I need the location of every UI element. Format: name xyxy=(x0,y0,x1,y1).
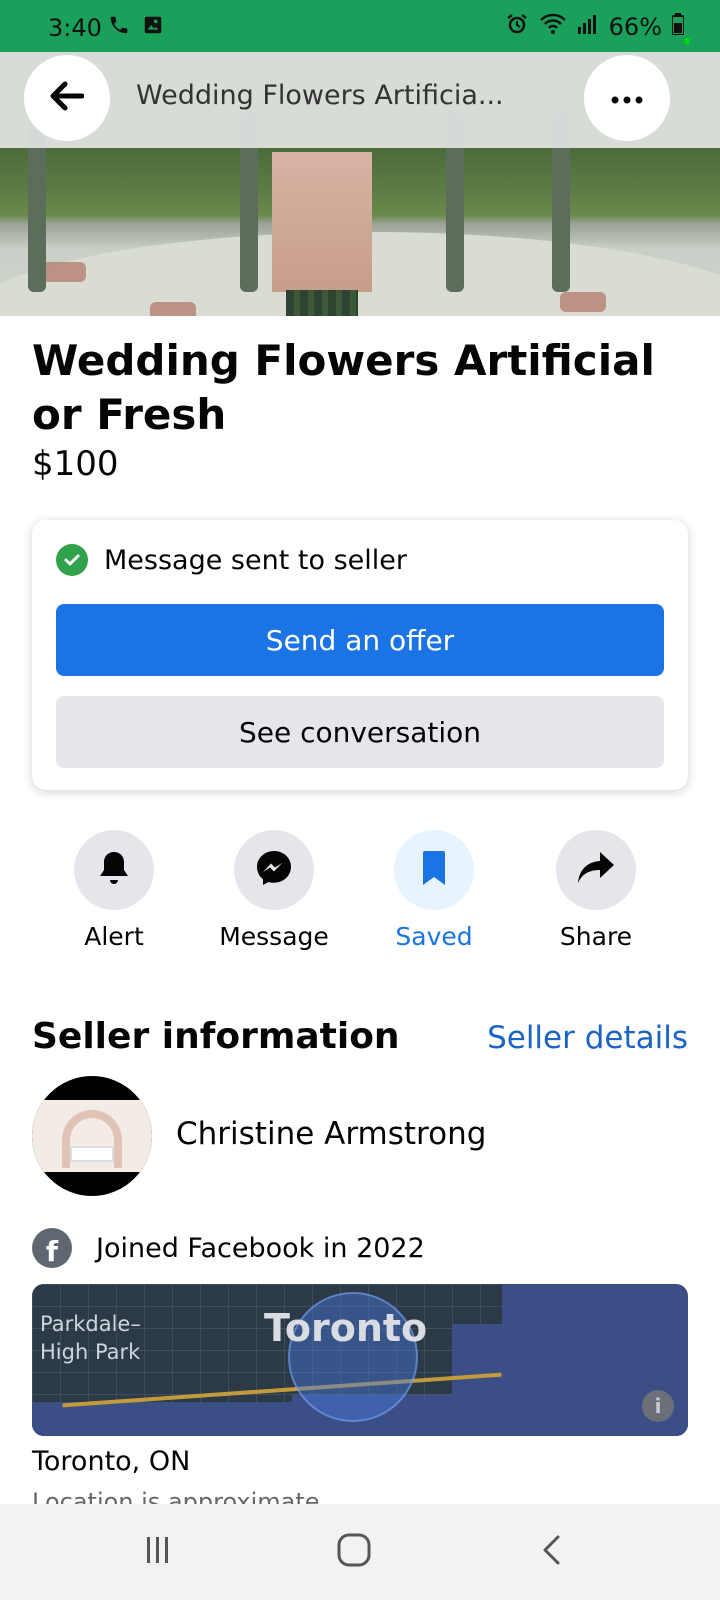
bouquet-stems xyxy=(286,290,358,316)
bell-icon xyxy=(96,849,132,891)
message-button[interactable] xyxy=(234,830,314,910)
bouquet-wrap xyxy=(272,152,372,292)
location-text: Toronto, ON xyxy=(32,1446,191,1477)
paint-chip xyxy=(40,262,86,282)
info-icon[interactable]: i xyxy=(642,1390,674,1422)
bookmark-icon xyxy=(420,849,448,891)
alarm-icon xyxy=(505,12,529,42)
saved-action[interactable]: Saved xyxy=(352,830,516,951)
back-nav-button[interactable] xyxy=(522,1530,582,1574)
share-button[interactable] xyxy=(556,830,636,910)
saved-button[interactable] xyxy=(394,830,474,910)
send-offer-button[interactable]: Send an offer xyxy=(56,604,664,676)
more-options-button[interactable] xyxy=(584,55,670,141)
status-bar: 3:40 66% xyxy=(0,0,720,52)
message-status-card: Message sent to seller Send an offer See… xyxy=(32,520,688,790)
arrow-left-icon xyxy=(50,81,85,115)
home-button[interactable] xyxy=(324,1530,384,1574)
messenger-icon xyxy=(254,848,294,892)
check-circle-icon xyxy=(56,544,88,576)
map-city-label: Toronto xyxy=(264,1306,428,1350)
alert-button[interactable] xyxy=(74,830,154,910)
alert-label: Alert xyxy=(84,922,144,951)
share-action[interactable]: Share xyxy=(514,830,678,951)
recent-apps-button[interactable] xyxy=(128,1530,188,1574)
facebook-icon: f xyxy=(32,1228,72,1268)
wifi-icon xyxy=(539,12,567,42)
listing-price: $100 xyxy=(32,444,119,484)
recent-apps-icon xyxy=(143,1535,173,1569)
seller-details-link[interactable]: Seller details xyxy=(487,1020,688,1056)
share-label: Share xyxy=(559,922,633,951)
chevron-left-icon xyxy=(541,1534,563,1570)
privacy-indicator-dot xyxy=(684,38,690,44)
alert-action[interactable]: Alert xyxy=(32,830,196,951)
battery-icon xyxy=(671,13,685,41)
paint-chip xyxy=(560,292,606,312)
action-row: Alert Message Saved Share xyxy=(32,830,688,960)
seller-name[interactable]: Christine Armstrong xyxy=(176,1116,486,1152)
joined-facebook-row: f Joined Facebook in 2022 xyxy=(32,1228,425,1268)
location-approximate-text: Location is approximate xyxy=(32,1488,320,1504)
status-time: 3:40 xyxy=(48,14,102,42)
message-label: Message xyxy=(219,922,329,951)
joined-text: Joined Facebook in 2022 xyxy=(96,1232,425,1264)
phone-icon xyxy=(108,14,130,40)
message-sent-row: Message sent to seller xyxy=(56,544,407,576)
location-map[interactable]: Parkdale– High Park Toronto i xyxy=(32,1284,688,1436)
seller-info-heading: Seller information xyxy=(32,1016,400,1057)
paint-chip xyxy=(150,302,196,316)
listing-title: Wedding Flowers Artificial or Fresh xyxy=(32,336,655,439)
header-title: Wedding Flowers Artificia... xyxy=(136,80,504,111)
signal-icon xyxy=(577,13,599,41)
saved-label: Saved xyxy=(395,922,473,951)
gallery-icon xyxy=(142,14,164,40)
message-action[interactable]: Message xyxy=(192,830,356,951)
back-button[interactable] xyxy=(24,55,110,141)
share-icon xyxy=(576,850,616,890)
avatar-sofa xyxy=(70,1146,114,1162)
system-navigation-bar xyxy=(0,1504,720,1600)
more-horizontal-icon xyxy=(611,89,643,108)
seller-avatar[interactable] xyxy=(32,1076,152,1196)
message-sent-text: Message sent to seller xyxy=(104,544,407,576)
map-area-label: Parkdale– High Park xyxy=(40,1312,141,1364)
see-conversation-button[interactable]: See conversation xyxy=(56,696,664,768)
home-icon xyxy=(337,1533,371,1571)
battery-text: 66% xyxy=(608,13,662,41)
